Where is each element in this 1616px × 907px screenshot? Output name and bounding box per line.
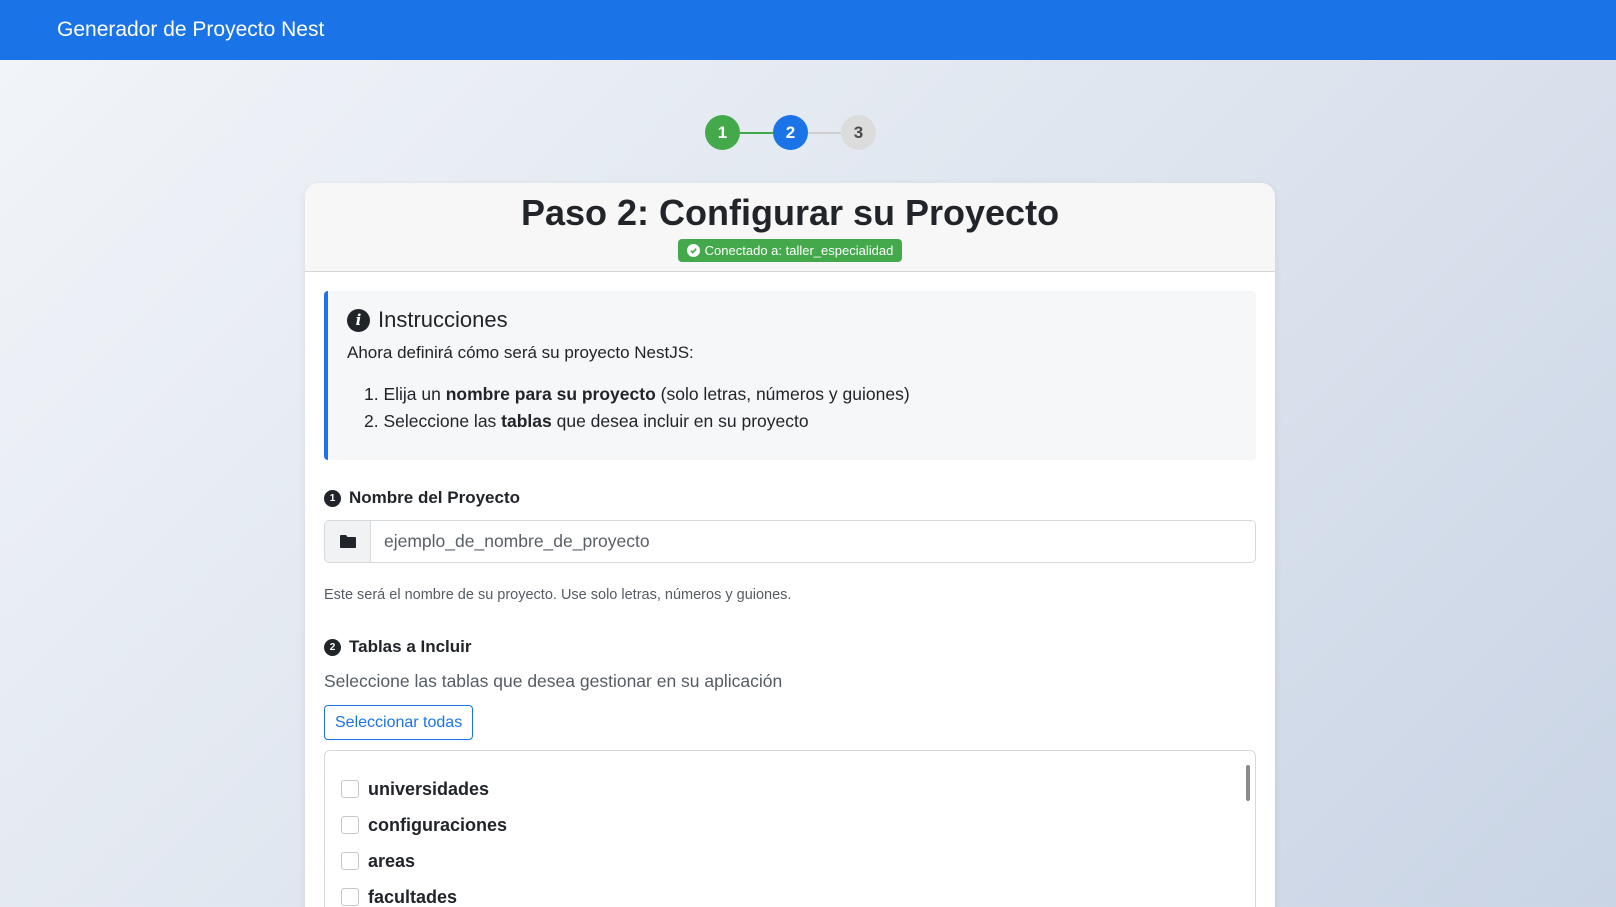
page-title: Paso 2: Configurar su Proyecto	[520, 192, 1060, 233]
step-3-pending: 3	[841, 115, 876, 150]
instructions-title: Instrucciones	[378, 307, 508, 332]
project-name-input-group	[324, 520, 1256, 563]
tables-description: Seleccione las tablas que desea gestiona…	[324, 671, 783, 691]
app-title: Generador de Proyecto Nest	[57, 18, 325, 41]
table-list-item[interactable]: areas	[341, 843, 1239, 879]
table-checkbox[interactable]	[341, 888, 359, 906]
folder-icon	[325, 521, 371, 562]
top-navbar: Generador de Proyecto Nest	[0, 0, 1616, 60]
connection-text: Conectado a: taller_especialidad	[704, 242, 894, 258]
progress-stepper: 1 2 3	[705, 115, 876, 150]
select-all-button[interactable]: Seleccionar todas	[324, 705, 474, 740]
project-name-help: Este será el nombre de su proyecto. Use …	[324, 587, 792, 603]
table-name: configuraciones	[368, 814, 508, 835]
table-list-item[interactable]: universidades	[341, 771, 1239, 807]
instruction-emphasis: tablas	[501, 411, 552, 431]
step-connector	[740, 131, 773, 134]
card-header: Paso 2: Configurar su Proyecto Conectado…	[305, 183, 1275, 272]
instruction-text: que desea incluir en su proyecto	[551, 411, 809, 431]
instructions-intro: Ahora definirá cómo será su proyecto Nes…	[347, 343, 694, 362]
number-1-icon: 1	[324, 489, 341, 507]
table-name: facultades	[368, 886, 458, 907]
instruction-item: 1. Elija un nombre para su proyecto (sol…	[364, 381, 1236, 408]
table-checkbox[interactable]	[341, 852, 359, 870]
table-name: universidades	[368, 778, 490, 799]
table-name: areas	[368, 850, 416, 871]
instruction-text: 2. Seleccione las	[364, 411, 502, 431]
tables-label: 2 Tablas a Incluir	[324, 637, 1256, 657]
instructions-heading: i Instrucciones	[347, 307, 1236, 333]
instruction-text: (solo letras, números y guiones)	[655, 384, 910, 404]
step-1-complete: 1	[705, 115, 740, 150]
step-2-current: 2	[773, 115, 808, 150]
connection-status-badge: Conectado a: taller_especialidad	[677, 238, 903, 262]
instruction-item: 2. Seleccione las tablas que desea inclu…	[364, 408, 1236, 435]
check-circle-icon	[686, 243, 700, 257]
project-name-label-text: Nombre del Proyecto	[349, 488, 520, 507]
table-list-item[interactable]: configuraciones	[341, 807, 1239, 843]
number-2-icon: 2	[324, 638, 341, 656]
instruction-emphasis: nombre para su proyecto	[445, 384, 656, 404]
step-connector	[808, 131, 841, 134]
table-list-item[interactable]: facultades	[341, 879, 1239, 907]
list-scrollbar[interactable]	[1246, 765, 1250, 801]
config-card: Paso 2: Configurar su Proyecto Conectado…	[305, 183, 1275, 907]
instructions-panel: i Instrucciones Ahora definirá cómo será…	[324, 291, 1256, 460]
project-name-label: 1 Nombre del Proyecto	[324, 488, 1256, 508]
tables-label-text: Tablas a Incluir	[349, 637, 472, 656]
project-name-input[interactable]	[371, 521, 1255, 562]
table-checkbox[interactable]	[341, 816, 359, 834]
info-icon: i	[347, 308, 370, 332]
tables-list[interactable]: universidades configuraciones areas facu…	[324, 750, 1256, 907]
card-body: i Instrucciones Ahora definirá cómo será…	[305, 272, 1275, 907]
instructions-list: 1. Elija un nombre para su proyecto (sol…	[347, 381, 1236, 435]
instruction-text: 1. Elija un	[364, 384, 446, 404]
table-checkbox[interactable]	[341, 780, 359, 798]
